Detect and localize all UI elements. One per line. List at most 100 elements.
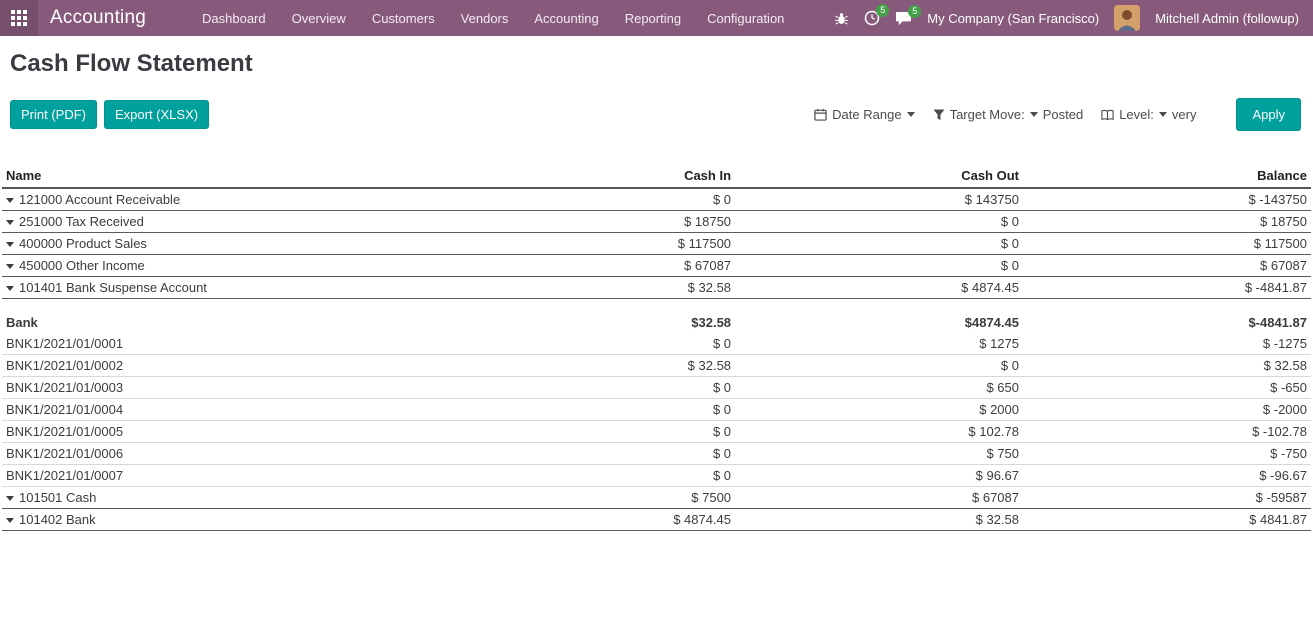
grid-icon: [11, 10, 27, 26]
print-pdf-button[interactable]: Print (PDF): [10, 100, 97, 129]
cell-cash-in: $ 117500: [447, 233, 735, 255]
detail-row: BNK1/2021/01/0003$ 0$ 650$ -650: [2, 377, 1311, 399]
expand-caret-icon[interactable]: [6, 286, 14, 291]
account-row[interactable]: 251000 Tax Received$ 18750$ 0$ 18750: [2, 211, 1311, 233]
expand-caret-icon[interactable]: [6, 242, 14, 247]
cell-balance: $ -96.67: [1023, 465, 1311, 487]
menu-item-dashboard[interactable]: Dashboard: [202, 11, 266, 26]
account-row[interactable]: 101402 Bank$ 4874.45$ 32.58$ 4841.87: [2, 509, 1311, 531]
cell-cash-in: $ 0: [447, 188, 735, 211]
expand-caret-icon[interactable]: [6, 220, 14, 225]
page-title: Cash Flow Statement: [10, 50, 1313, 78]
cell-cash-out: $ 4874.45: [735, 277, 1023, 299]
menu-item-accounting[interactable]: Accounting: [534, 11, 598, 26]
cell-balance: $ 67087: [1023, 255, 1311, 277]
messages-chat-icon[interactable]: 5: [895, 11, 912, 26]
account-row[interactable]: 101501 Cash$ 7500$ 67087$ -59587: [2, 487, 1311, 509]
apps-menu-icon[interactable]: [0, 0, 38, 36]
menu-item-reporting[interactable]: Reporting: [625, 11, 681, 26]
cell-cash-out: $ 67087: [735, 487, 1023, 509]
account-row[interactable]: 400000 Product Sales$ 117500$ 0$ 117500: [2, 233, 1311, 255]
cell-cash-in: $ 0: [447, 443, 735, 465]
cell-name: BNK1/2021/01/0005: [2, 421, 447, 443]
account-row[interactable]: 101401 Bank Suspense Account$ 32.58$ 487…: [2, 277, 1311, 299]
menu-item-customers[interactable]: Customers: [372, 11, 435, 26]
cell-balance: $ -4841.87: [1023, 277, 1311, 299]
row-label: BNK1/2021/01/0004: [6, 402, 123, 417]
row-label: Bank: [6, 315, 38, 330]
cell-cash-in: $ 0: [447, 465, 735, 487]
account-row[interactable]: 121000 Account Receivable$ 0$ 143750$ -1…: [2, 188, 1311, 211]
row-label: 450000 Other Income: [19, 258, 145, 273]
cell-balance: $ -1275: [1023, 333, 1311, 355]
cell-name: 251000 Tax Received: [2, 211, 447, 233]
detail-row: BNK1/2021/01/0001 $ 0$ 1275$ -1275: [2, 333, 1311, 355]
cell-cash-in: $ 67087: [447, 255, 735, 277]
row-label: 101402 Bank: [19, 512, 96, 527]
row-label: 121000 Account Receivable: [19, 192, 180, 207]
cell-balance: $-4841.87: [1023, 299, 1311, 334]
level-filter[interactable]: Level: very: [1101, 107, 1196, 122]
cell-cash-out: $ 650: [735, 377, 1023, 399]
funnel-icon: [933, 109, 945, 121]
cell-name: 101401 Bank Suspense Account: [2, 277, 447, 299]
activities-clock-icon[interactable]: 5: [864, 10, 880, 26]
expand-caret-icon[interactable]: [6, 264, 14, 269]
cell-balance: $ 4841.87: [1023, 509, 1311, 531]
date-range-filter[interactable]: Date Range: [814, 107, 914, 122]
user-menu[interactable]: Mitchell Admin (followup): [1155, 11, 1299, 26]
cell-balance: $ -59587: [1023, 487, 1311, 509]
cell-cash-out: $ 750: [735, 443, 1023, 465]
level-value: very: [1172, 107, 1197, 122]
cell-name: BNK1/2021/01/0001: [2, 333, 447, 355]
menu-item-configuration[interactable]: Configuration: [707, 11, 784, 26]
cell-cash-out: $ 1275: [735, 333, 1023, 355]
brand-title: Accounting: [50, 7, 146, 29]
expand-caret-icon[interactable]: [6, 518, 14, 523]
menu-item-vendors[interactable]: Vendors: [461, 11, 509, 26]
row-label: BNK1/2021/01/0001: [6, 336, 123, 351]
cell-cash-out: $ 0: [735, 233, 1023, 255]
cell-cash-out: $ 143750: [735, 188, 1023, 211]
cell-name: 450000 Other Income: [2, 255, 447, 277]
header-balance: Balance: [1023, 165, 1311, 188]
debug-bug-icon[interactable]: [834, 11, 849, 26]
cell-name: BNK1/2021/01/0007: [2, 465, 447, 487]
cell-cash-in: $ 0: [447, 333, 735, 355]
detail-row: BNK1/2021/01/0002$ 32.58$ 0$ 32.58: [2, 355, 1311, 377]
cell-name: 101501 Cash: [2, 487, 447, 509]
top-nav: Dashboard Overview Customers Vendors Account…: [202, 11, 784, 26]
apply-button[interactable]: Apply: [1236, 98, 1301, 131]
topbar: Accounting Dashboard Overview Customers Ven…: [0, 0, 1313, 36]
target-move-filter[interactable]: Target Move: Posted: [933, 107, 1084, 122]
cell-cash-in: $32.58: [447, 299, 735, 334]
menu-item-overview[interactable]: Overview: [292, 11, 346, 26]
cell-name: BNK1/2021/01/0003: [2, 377, 447, 399]
controls-row: Print (PDF) Export (XLSX) Date Range Tar…: [0, 98, 1313, 131]
expand-caret-icon[interactable]: [6, 198, 14, 203]
company-switcher[interactable]: My Company (San Francisco): [927, 11, 1099, 26]
row-label: BNK1/2021/01/0006: [6, 446, 123, 461]
user-avatar[interactable]: [1114, 5, 1140, 31]
row-label: BNK1/2021/01/0007: [6, 468, 123, 483]
cell-balance: $ 18750: [1023, 211, 1311, 233]
topbar-right: 5 5 My Company (San Francisco) Mitchell …: [834, 5, 1313, 31]
cell-name: BNK1/2021/01/0004: [2, 399, 447, 421]
cell-cash-in: $ 32.58: [447, 355, 735, 377]
cell-cash-in: $ 0: [447, 421, 735, 443]
header-cash-in: Cash In: [447, 165, 735, 188]
cell-cash-out: $4874.45: [735, 299, 1023, 334]
detail-row: BNK1/2021/01/0006$ 0$ 750$ -750: [2, 443, 1311, 465]
cell-name: 101402 Bank: [2, 509, 447, 531]
chevron-down-icon: [1159, 112, 1167, 117]
book-icon: [1101, 109, 1114, 121]
export-xlsx-button[interactable]: Export (XLSX): [104, 100, 209, 129]
expand-caret-icon[interactable]: [6, 496, 14, 501]
cell-cash-out: $ 0: [735, 211, 1023, 233]
account-row[interactable]: 450000 Other Income$ 67087$ 0$ 67087: [2, 255, 1311, 277]
row-label: 400000 Product Sales: [19, 236, 147, 251]
cell-name: BNK1/2021/01/0006: [2, 443, 447, 465]
cell-cash-out: $ 0: [735, 355, 1023, 377]
detail-row: BNK1/2021/01/0004$ 0$ 2000$ -2000: [2, 399, 1311, 421]
activities-badge: 5: [876, 4, 889, 17]
